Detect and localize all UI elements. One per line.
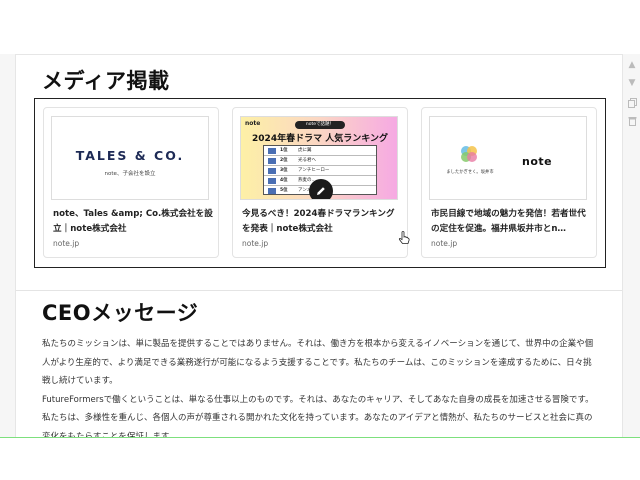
media-card-tales[interactable]: TALES & CO. note、子会社を設立 note、Tales &amp;… <box>43 107 219 258</box>
drama-heading: 2024年春ドラマ 人気ランキング <box>252 134 388 144</box>
ranking-row: 2位 光る君へ <box>264 156 376 166</box>
media-card-sakai[interactable]: ましたかぎせく。坂井市 note 市民目線で地域の魅力を発信！若者世代の定住を促… <box>421 107 597 258</box>
ceo-section: CEOメッセージ 私たちのミッションは、単に製品を提供することではありません。そ… <box>16 291 622 438</box>
rank-number: 3位 <box>280 168 288 173</box>
note-logo: note <box>522 155 553 168</box>
rank-title: 光る君へ <box>298 158 316 163</box>
top-blank-area <box>0 0 640 54</box>
tales-subtitle: note、子会社を設立 <box>104 171 156 177</box>
sakai-city-logo-icon <box>461 146 477 162</box>
media-heading: メディア掲載 <box>42 69 170 93</box>
flag-icon <box>268 188 276 194</box>
card-thumbnail: note noteで話題！ 2024年春ドラマ 人気ランキング 1位 虎に翼 2位… <box>240 116 398 200</box>
media-cards-container[interactable]: TALES & CO. note、子会社を設立 note、Tales &amp;… <box>34 98 606 268</box>
card-domain: note.jp <box>53 239 80 248</box>
card-thumbnail: TALES & CO. note、子会社を設立 <box>51 116 209 200</box>
card-title[interactable]: 今見るべき！2024春ドラマランキングを発表｜note株式会社 <box>242 207 402 237</box>
card-domain: note.jp <box>242 239 269 248</box>
ranking-row: 1位 虎に翼 <box>264 146 376 156</box>
copy-icon[interactable] <box>627 98 637 108</box>
rank-title: 虎に翼 <box>298 148 312 153</box>
bottom-blank-area <box>0 438 640 480</box>
sakai-city-text: ましたかぎせく。坂井市 <box>446 170 494 175</box>
media-section: メディア掲載 TALES & CO. note、子会社を設立 note、Tale… <box>16 55 622 290</box>
trash-icon[interactable] <box>627 116 637 126</box>
rank-number: 4位 <box>280 178 288 183</box>
rank-title: アンチヒーロー <box>298 168 330 173</box>
edit-button[interactable] <box>309 179 333 199</box>
ceo-message[interactable]: 私たちのミッションは、単に製品を提供することではありません。それは、働き方を根本… <box>42 335 597 438</box>
rank-number: 5位 <box>280 188 288 193</box>
drama-badge: noteで話題！ <box>295 121 345 129</box>
note-brand: note <box>245 120 261 127</box>
rank-number: 1位 <box>280 148 288 153</box>
card-domain: note.jp <box>431 239 458 248</box>
card-title[interactable]: note、Tales &amp; Co.株式会社を設立｜note株式会社 <box>53 207 213 237</box>
media-card-drama[interactable]: note noteで話題！ 2024年春ドラマ 人気ランキング 1位 虎に翼 2位… <box>232 107 408 258</box>
rank-number: 2位 <box>280 158 288 163</box>
editor-left-gutter <box>0 54 16 438</box>
flag-icon <box>268 178 276 184</box>
hand-pointer-icon <box>398 231 410 244</box>
ceo-heading: CEOメッセージ <box>42 301 199 325</box>
flag-icon <box>268 148 276 154</box>
flag-icon <box>268 158 276 164</box>
ranking-row: 3位 アンチヒーロー <box>264 166 376 176</box>
editor-right-gutter <box>622 54 640 438</box>
tales-logo: TALES & CO. <box>75 148 185 163</box>
arrow-down-icon[interactable]: ▼ <box>627 78 637 88</box>
ceo-paragraph-1: 私たちのミッションは、単に製品を提供することではありません。それは、働き方を根本… <box>42 339 594 386</box>
pencil-icon <box>317 187 325 195</box>
card-title[interactable]: 市民目線で地域の魅力を発信！若者世代の定住を促進。福井県坂井市とn… <box>431 207 591 237</box>
ceo-paragraph-2: FutureFormersで働くということは、単なる仕事以上のものです。それは、… <box>42 394 594 439</box>
card-thumbnail: ましたかぎせく。坂井市 note <box>429 116 587 200</box>
arrow-up-icon[interactable]: ▲ <box>627 60 637 70</box>
flag-icon <box>268 168 276 174</box>
